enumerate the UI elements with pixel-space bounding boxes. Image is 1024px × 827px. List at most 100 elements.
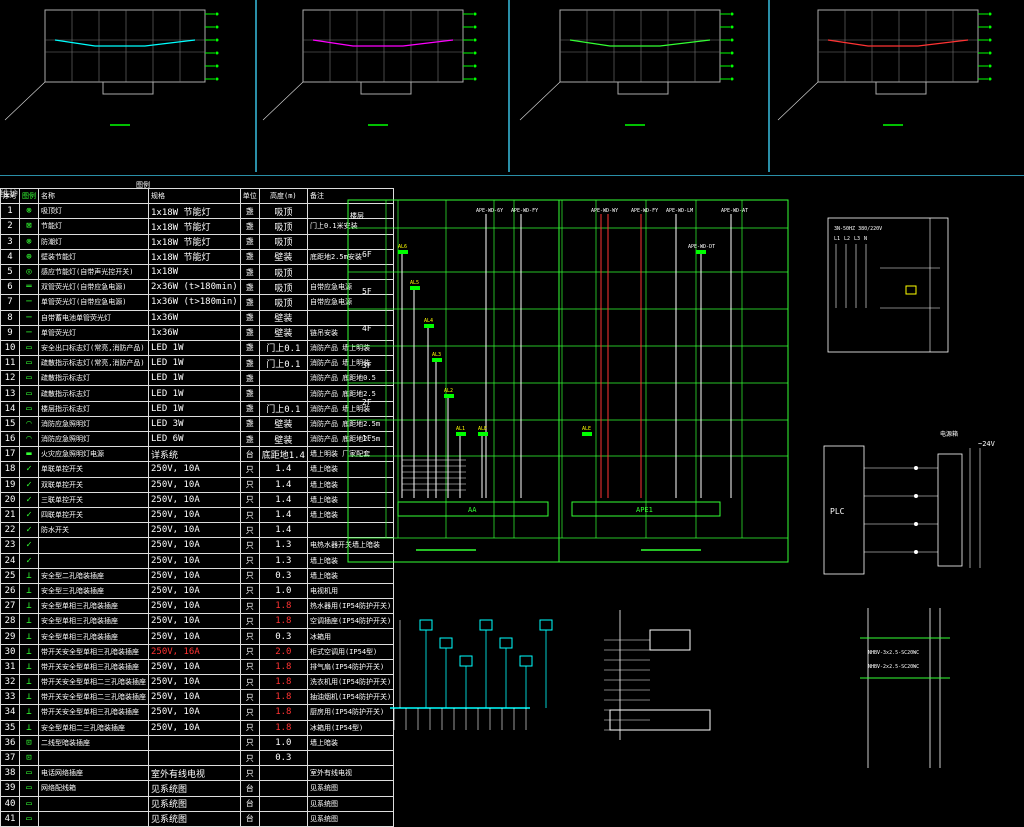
- table-cell-spec: 1x18W 节能灯: [148, 233, 241, 250]
- table-cell-name: 安全型单相三孔暗装插座: [38, 613, 149, 630]
- table-cell-spec: [148, 749, 241, 767]
- table-cell-no: 26: [0, 582, 20, 600]
- table-row: 14 ▭ 楼层指示标志灯 LED 1W 盏门上0.1 消防产品 墙上明装: [0, 400, 395, 417]
- panel-label: AL1: [456, 426, 465, 432]
- table-row: 28 ⊥ 安全型单相三孔暗装插座 250V, 10A 只 1.8 空调插座(IP54防护开关…: [0, 613, 395, 630]
- leader-dot: [730, 38, 734, 42]
- table-cell-no: 9: [0, 324, 20, 341]
- leader-dot: [215, 12, 219, 16]
- table-cell-spec: 250V, 10A: [148, 567, 241, 584]
- table-cell-spec: 1x18W 节能灯: [148, 218, 241, 235]
- table-cell-height: 吸顶: [258, 218, 308, 235]
- table-cell-icon: ◠: [19, 415, 39, 433]
- table-cell-height: 吸顶: [258, 263, 308, 281]
- table-cell-spec: 250V, 10A: [148, 719, 241, 736]
- table-cell-spec: 250V, 10A: [148, 704, 241, 721]
- riser-top-label: APE-WD-FY: [511, 208, 538, 214]
- leader-dot: [473, 64, 477, 68]
- panel-box: [478, 432, 488, 436]
- table-cell-icon: ═: [19, 279, 39, 296]
- table-cell-no: 21: [0, 506, 20, 524]
- table-cell-height: 吸顶: [258, 279, 308, 296]
- table-row: 17 ▬ 火灾应急照明灯电源 详系统台底距地1.4 墙上明装 厂家配套: [0, 446, 395, 463]
- table-cell-name: 吸顶灯: [38, 203, 149, 220]
- table-cell-name: 双联单控开关: [38, 476, 149, 493]
- table-cell-height: 1.8: [258, 658, 308, 676]
- panel-label: ALE: [478, 426, 487, 432]
- table-cell-no: 4: [0, 248, 20, 265]
- table-cell-unit: 只: [239, 628, 260, 645]
- cable-label: NHBV-3x2.5-SC20WC: [868, 650, 919, 656]
- table-cell-no: 1: [0, 203, 20, 220]
- plan-stair: [102, 81, 154, 95]
- riser-top-label: APE-WD-LM: [666, 208, 693, 214]
- table-row: 7 ─ 单管荧光灯(自带应急电源) 1x36W (t>180min) 盏吸顶 自带应急电源: [0, 294, 395, 311]
- terminal-dot: [914, 494, 918, 498]
- table-cell-no: 13: [0, 385, 20, 402]
- leader-dot: [473, 51, 477, 55]
- table-cell-spec: LED 1W: [148, 385, 241, 402]
- table-cell-height: 门上0.1: [258, 339, 308, 357]
- table-cell-spec: 1x36W: [148, 309, 241, 326]
- column-header: 图例: [19, 187, 39, 205]
- table-cell-height: 0.3: [258, 628, 308, 645]
- table-cell-height: 壁装: [258, 309, 308, 326]
- riser-header: 楼层: [350, 211, 364, 220]
- table-header-row: 序号 图例 名称 规格 单位 高度(m) 备注: [0, 187, 395, 205]
- table-cell-icon: ⊥: [19, 613, 39, 630]
- table-row: 19 ✓ 双联单控开关 250V, 10A 只 1.4 墙上暗装: [0, 476, 395, 493]
- panel-box: [582, 432, 592, 436]
- table-cell-icon: ▭: [19, 810, 39, 827]
- table-cell-no: 20: [0, 491, 20, 508]
- table-cell-icon: ✓: [19, 537, 39, 554]
- table-cell-unit: 盏: [239, 203, 260, 220]
- leader-dot: [988, 25, 992, 29]
- table-cell-height: 1.4: [258, 506, 308, 524]
- table-cell-name: [38, 537, 149, 554]
- table-cell-name: [38, 795, 149, 812]
- table-cell-height: 壁装: [258, 324, 308, 341]
- plan-stair: [360, 81, 412, 95]
- table-cell-name: 感应节能灯(自带声光控开关): [38, 263, 149, 281]
- table-cell-icon: ⊥: [19, 689, 39, 706]
- panel-label: ALE: [582, 426, 591, 432]
- leader-dot: [473, 25, 477, 29]
- table-row: 4 ⊕ 壁装节能灯 1x18W 节能灯盏壁装 底距地2.5m安装: [0, 248, 395, 265]
- leader-dot: [988, 51, 992, 55]
- terminal-dot: [914, 522, 918, 526]
- phase-label: N: [864, 236, 867, 242]
- table-cell-no: 30: [0, 643, 20, 660]
- table-cell-no: 12: [0, 370, 20, 387]
- table-cell-spec: [148, 734, 241, 751]
- phase-label: L2: [844, 236, 850, 242]
- riser-top-label: APE-WD-AT: [721, 208, 748, 214]
- table-cell-unit: 只: [239, 749, 260, 767]
- device-box: [419, 619, 433, 631]
- leader-dot: [215, 64, 219, 68]
- table-cell-name: 防水开关: [38, 522, 149, 539]
- table-cell-icon: ⊥: [19, 582, 39, 600]
- table-cell-unit: 盏: [239, 309, 260, 326]
- table-row: 26 ⊥ 安全型三孔暗装插座 250V, 10A 只 1.0 电视机用: [0, 582, 395, 600]
- table-cell-unit: 盏: [239, 218, 260, 235]
- table-cell-unit: 盏: [239, 248, 260, 265]
- table-cell-icon: ▭: [19, 385, 39, 402]
- table-cell-no: 24: [0, 552, 20, 569]
- leader-dot: [988, 77, 992, 81]
- table-cell-unit: 盏: [239, 294, 260, 311]
- table-cell-name: [38, 749, 149, 767]
- table-cell-name: 安全型三孔暗装插座: [38, 582, 149, 600]
- table-cell-spec: 250V, 10A: [148, 476, 241, 493]
- table-row: 12 ▭ 疏散指示标志灯 LED 1W 盏消防产品 底距地0.5: [0, 370, 395, 387]
- table-cell-spec: 1x36W (t>180min): [148, 294, 241, 311]
- table-cell-height: 门上0.1: [258, 400, 308, 417]
- table-cell-name: 三联单控开关: [38, 491, 149, 508]
- table-cell-unit: 只: [239, 719, 260, 736]
- table-cell-spec: 250V, 10A: [148, 506, 241, 524]
- table-cell-height: 1.8: [258, 719, 308, 736]
- table-cell-unit: 台: [239, 446, 260, 463]
- table-cell-name: 火灾应急照明灯电源: [38, 446, 149, 463]
- table-cell-unit: 盏: [239, 415, 260, 433]
- table-cell-unit: 盏: [239, 324, 260, 341]
- table-cell-name: 网络配线箱: [38, 780, 149, 797]
